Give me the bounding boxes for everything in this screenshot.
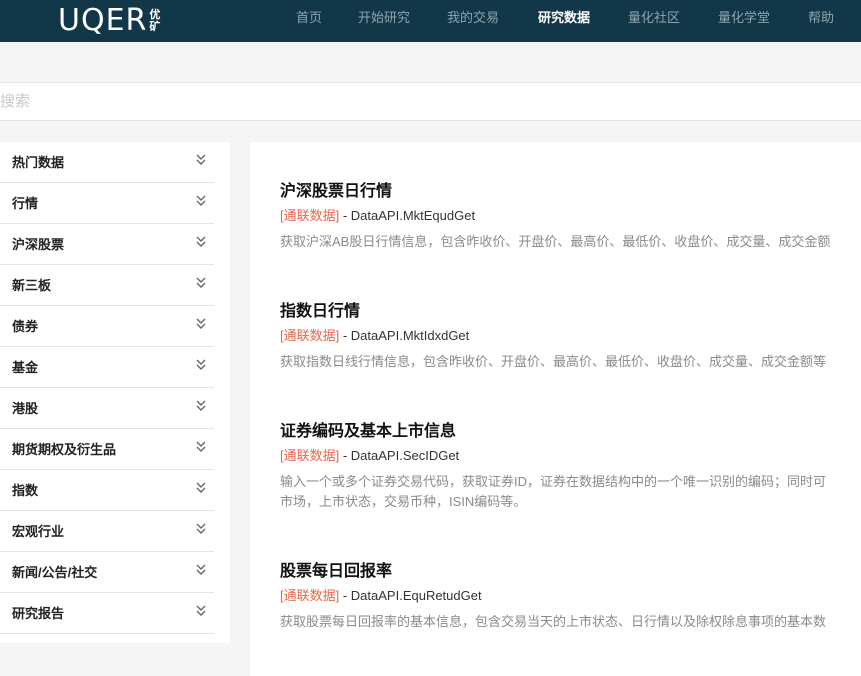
double-chevron-down-icon <box>196 605 206 616</box>
sidebar-item-market[interactable]: 行情 <box>0 183 214 224</box>
sidebar-item-a-shares[interactable]: 沪深股票 <box>0 224 214 265</box>
sidebar-item-news[interactable]: 新闻/公告/社交 <box>0 552 214 593</box>
data-list-panel: 沪深股票日行情 [通联数据] - DataAPI.MktEqudGet 获取沪深… <box>250 142 861 676</box>
double-chevron-down-icon <box>196 441 206 452</box>
logo-chinese: 优 矿 <box>149 9 161 33</box>
data-entry: 沪深股票日行情 [通联数据] - DataAPI.MktEqudGet 获取沪深… <box>280 182 861 252</box>
api-name: - DataAPI.EquRetudGet <box>339 588 482 603</box>
sidebar-item-label: 债券 <box>12 319 39 334</box>
sidebar-item-label: 行情 <box>12 196 39 211</box>
uqer-logo[interactable]: UQER 优 矿 <box>58 0 161 42</box>
source-tag: [通联数据] <box>280 328 340 343</box>
entry-description: 获取股票每日回报率的基本信息，包含交易当天的上市状态、日行情以及除权除息事项的基… <box>280 614 827 629</box>
nav-community[interactable]: 量化社区 <box>628 0 680 36</box>
sidebar-item-label: 港股 <box>12 401 39 416</box>
entry-api-line: [通联数据] - DataAPI.EquRetudGet <box>280 588 861 604</box>
entry-api-line: [通联数据] - DataAPI.MktIdxdGet <box>280 328 861 344</box>
category-sidebar: 热门数据 行情 沪深股票 新三板 债券 基金 港股 期货期权及衍生品 指数 宏观… <box>0 142 230 643</box>
sidebar-item-index[interactable]: 指数 <box>0 470 214 511</box>
double-chevron-down-icon <box>196 359 206 370</box>
sidebar-item-neeq[interactable]: 新三板 <box>0 265 214 306</box>
source-tag: [通联数据] <box>280 208 340 223</box>
data-entry: 指数日行情 [通联数据] - DataAPI.MktIdxdGet 获取指数日线… <box>280 302 861 372</box>
entry-description: 获取沪深AB股日行情信息，包含昨收价、开盘价、最高价、最低价、收盘价、成交量、成… <box>280 234 831 249</box>
entry-description: 获取指数日线行情信息，包含昨收价、开盘价、最高价、最低价、收盘价、成交量、成交金… <box>280 354 827 369</box>
nav-academy[interactable]: 量化学堂 <box>718 0 770 36</box>
sidebar-item-label: 新三板 <box>12 278 52 293</box>
data-entry: 证券编码及基本上市信息 [通联数据] - DataAPI.SecIDGet 输入… <box>280 422 861 512</box>
sidebar-item-bonds[interactable]: 债券 <box>0 306 214 347</box>
sidebar-item-funds[interactable]: 基金 <box>0 347 214 388</box>
sidebar-item-reports[interactable]: 研究报告 <box>0 593 214 634</box>
double-chevron-down-icon <box>196 523 206 534</box>
entry-api-line: [通联数据] - DataAPI.MktEqudGet <box>280 208 861 224</box>
header-spacer <box>0 42 861 82</box>
double-chevron-down-icon <box>196 400 206 411</box>
nav-my-trades[interactable]: 我的交易 <box>447 0 499 36</box>
source-tag: [通联数据] <box>280 448 340 463</box>
double-chevron-down-icon <box>196 482 206 493</box>
double-chevron-down-icon <box>196 277 206 288</box>
sidebar-item-derivatives[interactable]: 期货期权及衍生品 <box>0 429 214 470</box>
entry-title[interactable]: 证券编码及基本上市信息 <box>280 422 861 442</box>
data-entry: 股票每日回报率 [通联数据] - DataAPI.EquRetudGet 获取股… <box>280 562 861 632</box>
sidebar-item-label: 期货期权及衍生品 <box>12 442 117 457</box>
sidebar-item-label: 宏观行业 <box>12 524 65 539</box>
nav-help[interactable]: 帮助 <box>808 0 834 36</box>
entry-description-line-2: 市场，上市状态，交易币种，ISIN编码等。 <box>280 494 527 509</box>
sidebar-item-macro[interactable]: 宏观行业 <box>0 511 214 552</box>
double-chevron-down-icon <box>196 564 206 575</box>
sidebar-item-hk-stocks[interactable]: 港股 <box>0 388 214 429</box>
entry-title[interactable]: 股票每日回报率 <box>280 562 861 582</box>
api-name: - DataAPI.SecIDGet <box>339 448 460 463</box>
logo-cn-bottom: 矿 <box>149 21 161 33</box>
search-bar <box>0 82 861 121</box>
sidebar-item-label: 研究报告 <box>12 606 65 621</box>
logo-cn-top: 优 <box>149 9 161 21</box>
double-chevron-down-icon <box>196 318 206 329</box>
main-nav: 首页 开始研究 我的交易 研究数据 量化社区 量化学堂 帮助 <box>280 0 861 42</box>
entry-api-line: [通联数据] - DataAPI.SecIDGet <box>280 448 861 464</box>
top-navigation-bar: UQER 优 矿 首页 开始研究 我的交易 研究数据 量化社区 量化学堂 帮助 <box>0 0 861 42</box>
sidebar-item-hot-data[interactable]: 热门数据 <box>0 142 214 183</box>
double-chevron-down-icon <box>196 154 206 165</box>
sidebar-item-label: 新闻/公告/社交 <box>12 565 98 580</box>
nav-home[interactable]: 首页 <box>296 0 322 36</box>
entry-description: 输入一个或多个证券交易代码，获取证券ID，证券在数据结构中的一个唯一识别的编码；… <box>280 474 827 489</box>
nav-start-research[interactable]: 开始研究 <box>358 0 410 36</box>
sidebar-item-label: 基金 <box>12 360 39 375</box>
source-tag: [通联数据] <box>280 588 340 603</box>
api-name: - DataAPI.MktIdxdGet <box>339 328 470 343</box>
entry-title[interactable]: 指数日行情 <box>280 302 861 322</box>
nav-research-data[interactable]: 研究数据 <box>538 0 590 36</box>
logo-text: UQER <box>58 3 148 38</box>
sidebar-item-label: 指数 <box>12 483 39 498</box>
entry-title[interactable]: 沪深股票日行情 <box>280 182 861 202</box>
api-name: - DataAPI.MktEqudGet <box>339 208 476 223</box>
search-input[interactable] <box>0 83 861 120</box>
sidebar-item-label: 热门数据 <box>12 155 65 170</box>
double-chevron-down-icon <box>196 195 206 206</box>
sidebar-item-label: 沪深股票 <box>12 237 65 252</box>
double-chevron-down-icon <box>196 236 206 247</box>
